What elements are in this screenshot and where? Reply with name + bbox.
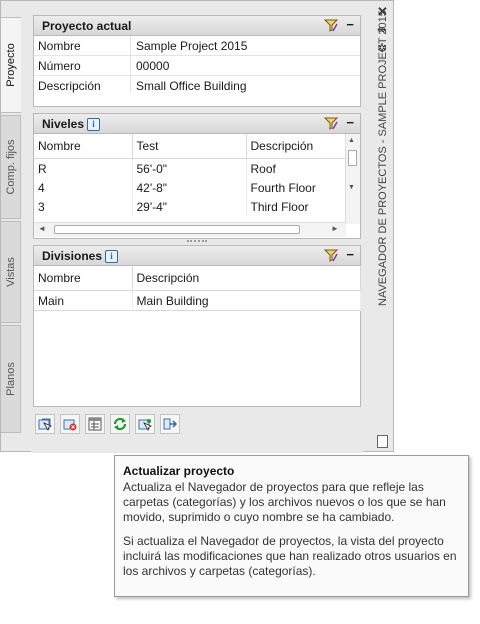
table-row[interactable]: Main Main Building [34, 290, 361, 311]
palette-content: Proyecto actual − Nombre Sample Project … [31, 13, 363, 453]
browse-project-icon [138, 419, 152, 431]
refresh-project-icon [113, 417, 127, 431]
tab-planos-label: Planos [4, 362, 17, 396]
tab-comp-fijos-label: Comp. fijos [4, 139, 17, 195]
divisions-header: Divisiones i − [34, 246, 360, 266]
column-header[interactable]: Test [132, 134, 247, 159]
collapse-icon[interactable]: − [346, 247, 354, 262]
levels-grid-viewport: Nombre Test Descripción R 56'-0" Roof 4 … [34, 134, 346, 224]
project-properties-icon [88, 417, 102, 431]
collapse-icon[interactable]: − [346, 115, 354, 130]
info-icon[interactable]: i [87, 118, 101, 131]
property-row[interactable]: Número 00000 [34, 56, 360, 76]
project-navigator-palette: Proyecto Comp. fijos Vistas Planos Proye… [0, 0, 394, 453]
menu-icon[interactable] [377, 435, 388, 448]
table-cell: Main Building [132, 290, 361, 311]
property-name: Descripción [38, 79, 101, 93]
property-row[interactable]: Descripción Small Office Building [34, 76, 360, 95]
table-cell: 29'-4" [132, 197, 247, 216]
collapse-icon[interactable]: − [346, 17, 354, 32]
refresh-project-button[interactable] [110, 414, 130, 434]
title-strip: ✕ ⇼ ✲ NAVEGADOR DE PROYECTOS - SAMPLE PR… [373, 1, 393, 453]
table-cell: Roof [246, 158, 346, 178]
column-header[interactable]: Nombre [34, 134, 133, 159]
property-name: Número [38, 59, 81, 73]
add-project-button[interactable] [35, 414, 55, 434]
divisions-section: Divisiones i − Nombre Descripción Main Ma… [33, 245, 361, 407]
scroll-left-arrow-icon[interactable]: ◄ [38, 224, 46, 233]
table-cell: 56'-0" [132, 158, 247, 178]
levels-horizontal-scrollbar[interactable]: ◄ ► [34, 222, 346, 237]
table-cell: Main [34, 290, 133, 311]
tab-comp-fijos[interactable]: Comp. fijos [1, 115, 21, 219]
scroll-right-arrow-icon[interactable]: ► [331, 224, 339, 233]
section-title: Divisiones i [42, 249, 119, 263]
close-project-button[interactable] [60, 414, 80, 434]
levels-header: Niveles i − [34, 114, 360, 134]
tooltip-paragraph: Actualiza el Navegador de proyectos para… [123, 480, 446, 524]
table-cell: 4 [34, 178, 133, 197]
window-title: NAVEGADOR DE PROYECTOS - SAMPLE PROJECT … [377, 10, 389, 306]
tab-vistas-label: Vistas [4, 257, 17, 287]
refresh-tooltip: Actualizar proyecto Actualiza el Navegad… [114, 455, 469, 597]
vertical-tab-strip: Proyecto Comp. fijos Vistas Planos [1, 1, 21, 453]
column-header[interactable]: Nombre [34, 266, 133, 291]
info-icon[interactable]: i [105, 250, 119, 263]
table-cell: Third Floor [246, 197, 346, 216]
browse-project-button[interactable] [135, 414, 155, 434]
levels-vertical-scrollbar[interactable]: ▲ ▼ [345, 134, 360, 224]
table-cell: R [34, 158, 133, 178]
property-value: 00000 [136, 59, 170, 73]
section-title: Proyecto actual [42, 19, 132, 33]
filter-icon[interactable] [324, 19, 338, 32]
scrollbar-thumb[interactable] [54, 225, 300, 234]
table-header-row: Nombre Descripción [34, 266, 361, 291]
current-project-section: Proyecto actual − Nombre Sample Project … [33, 15, 361, 107]
filter-icon[interactable] [324, 117, 338, 130]
table-cell: 3 [34, 197, 133, 216]
scrollbar-thumb[interactable] [348, 150, 357, 166]
scroll-up-arrow-icon[interactable]: ▲ [348, 137, 355, 144]
table-row[interactable]: R 56'-0" Roof [34, 158, 346, 178]
levels-title: Niveles [42, 117, 85, 131]
tab-planos[interactable]: Planos [1, 325, 21, 433]
table-row[interactable]: 4 42'-8" Fourth Floor [34, 178, 346, 197]
divisions-table: Nombre Descripción Main Main Building [34, 266, 361, 311]
property-value: Sample Project 2015 [136, 39, 248, 53]
property-name: Nombre [38, 39, 81, 53]
project-properties-button[interactable] [85, 414, 105, 434]
table-header-row: Nombre Test Descripción [34, 134, 346, 159]
current-project-header: Proyecto actual − [34, 16, 360, 36]
add-project-icon [38, 418, 52, 431]
tab-proyecto[interactable]: Proyecto [1, 17, 21, 113]
divisions-title: Divisiones [42, 249, 103, 263]
filter-icon[interactable] [324, 249, 338, 262]
table-cell: Fourth Floor [246, 178, 346, 197]
property-row[interactable]: Nombre Sample Project 2015 [34, 36, 360, 56]
sync-project-button[interactable] [160, 414, 180, 434]
section-title: Niveles i [42, 117, 101, 131]
property-value: Small Office Building [136, 79, 247, 93]
tab-proyecto-label: Proyecto [5, 43, 17, 87]
levels-section: Niveles i − Nombre Test Descripción R 56… [33, 113, 361, 239]
levels-table: Nombre Test Descripción R 56'-0" Roof 4 … [34, 134, 346, 216]
scroll-down-arrow-icon[interactable]: ▼ [348, 184, 355, 191]
tab-vistas[interactable]: Vistas [1, 221, 21, 323]
table-row[interactable]: 3 29'-4" Third Floor [34, 197, 346, 216]
column-header[interactable]: Descripción [132, 266, 361, 291]
sync-project-icon [163, 418, 177, 430]
tooltip-paragraph: Si actualiza el Navegador de proyectos, … [123, 534, 457, 578]
column-header[interactable]: Descripción [246, 134, 346, 159]
tooltip-title: Actualizar proyecto [123, 464, 235, 478]
project-toolbar [33, 413, 361, 439]
table-cell: 42'-8" [132, 178, 247, 197]
close-project-icon [63, 419, 77, 431]
